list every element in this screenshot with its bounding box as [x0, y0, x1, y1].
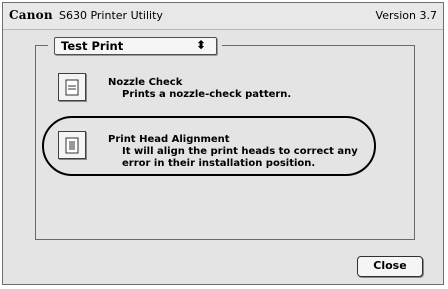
function-popup-menu[interactable]: Test Print ⬍: [54, 37, 217, 55]
print-head-alignment-button[interactable]: [58, 131, 86, 159]
print-head-alignment-icon: [65, 137, 79, 154]
app-title: S630 Printer Utility: [59, 9, 163, 22]
print-head-alignment-desc-line2: error in their installation position.: [122, 158, 316, 169]
print-head-alignment-title: Print Head Alignment: [108, 134, 230, 145]
nozzle-check-description: Prints a nozzle-check pattern.: [122, 89, 292, 100]
nozzle-check-icon: [65, 79, 79, 96]
nozzle-check-title: Nozzle Check: [108, 77, 183, 88]
up-down-arrows-icon: ⬍: [195, 38, 206, 52]
print-head-alignment-desc-line1: It will align the print heads to correct…: [122, 146, 358, 157]
popup-selected-label: Test Print: [61, 39, 124, 53]
canon-logo: Canon: [9, 8, 53, 22]
nozzle-check-button[interactable]: [58, 73, 86, 101]
version-label: Version 3.7: [375, 9, 437, 22]
close-button[interactable]: Close: [357, 256, 423, 277]
title-bar: Canon S630 Printer Utility Version 3.7: [3, 3, 443, 30]
